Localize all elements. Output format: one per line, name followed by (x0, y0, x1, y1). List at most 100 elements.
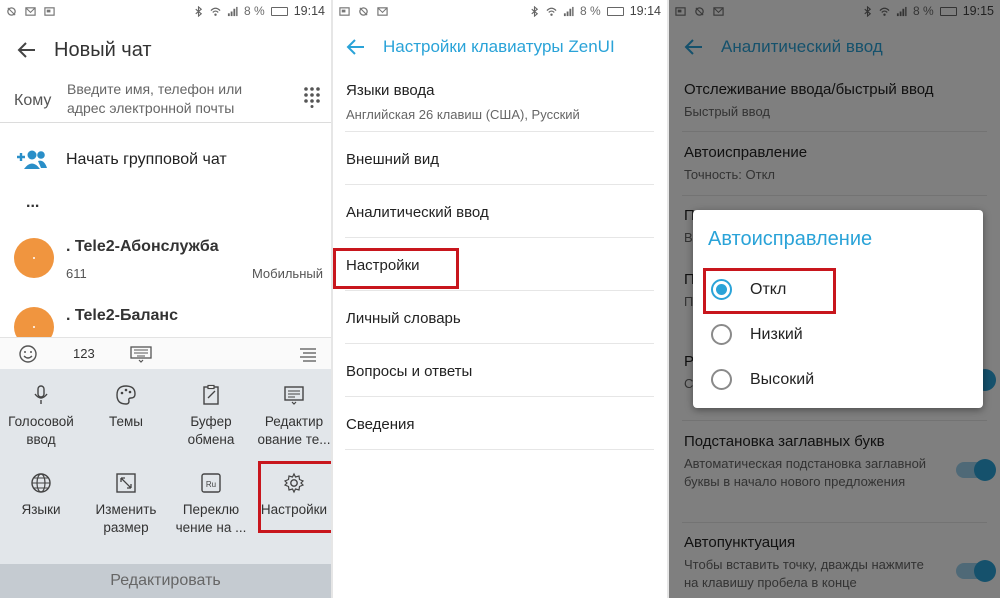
resize-icon (116, 473, 136, 493)
battery-icon (606, 6, 624, 16)
battery-percent: 8 % (244, 4, 265, 18)
gallery-icon (44, 6, 55, 16)
svg-text:Ru: Ru (206, 480, 216, 489)
app-bar: Новый чат (0, 30, 331, 70)
wifi-icon (546, 7, 557, 16)
more-indicator: ... (26, 194, 40, 211)
menu-icon[interactable] (298, 344, 318, 364)
bluetooth-icon (195, 5, 203, 17)
globe-icon (31, 473, 51, 493)
mail-icon (25, 6, 36, 16)
radio-option-low[interactable]: Низкий (693, 315, 983, 355)
item-label: Вопросы и ответы (346, 363, 473, 380)
kb-item-label: Переклю чение на ... (175, 502, 247, 535)
text-editing-button[interactable]: Редактир ование те... (253, 384, 331, 470)
kb-item-label: Языки (21, 502, 61, 517)
wifi-icon (210, 7, 221, 16)
status-bar: 8 % 19:14 (0, 0, 331, 22)
edit-button-label: Редактировать (110, 572, 221, 589)
divider (345, 184, 654, 185)
dialpad-icon[interactable] (302, 86, 322, 108)
contact-item[interactable]: . Tele2-Абонслужба 611 Мобильный (0, 238, 331, 290)
kb-item-label: Голосовой ввод (8, 414, 74, 447)
recipient-row: Кому Введите имя, телефон или адрес элек… (0, 78, 331, 120)
radio-button[interactable] (711, 324, 732, 345)
dialog-title: Автоисправление (708, 228, 873, 250)
themes-button[interactable]: Темы (85, 384, 167, 470)
avatar (14, 238, 54, 278)
emoji-icon[interactable] (18, 344, 38, 364)
divider (345, 131, 654, 132)
kb-item-label: Редактир ование те... (257, 414, 331, 447)
highlight-box (703, 268, 836, 314)
signal-icon (563, 6, 574, 16)
battery-icon (270, 6, 288, 16)
kb-item-label: Изменить размер (95, 502, 157, 535)
switch-layout-button[interactable]: Ru Переклю чение на ... (170, 472, 252, 558)
kb-item-label: Темы (109, 414, 143, 429)
settings-item-analytic-input[interactable]: Аналитический ввод (333, 202, 667, 232)
radio-option-high[interactable]: Высокий (693, 360, 983, 400)
keyboard-icon[interactable] (130, 344, 152, 364)
mail-icon (377, 6, 388, 16)
clipboard-button[interactable]: Буфер обмена (170, 384, 252, 470)
edit-text-icon (284, 386, 304, 405)
app-bar: Настройки клавиатуры ZenUI (333, 30, 667, 64)
microphone-icon (34, 385, 48, 404)
new-chat-screen: 8 % 19:14 Новый чат Кому Введите имя, те… (0, 0, 331, 598)
option-label: Высокий (750, 371, 815, 388)
divider (345, 396, 654, 397)
clipboard-icon (203, 384, 219, 405)
group-chat-button[interactable]: Начать групповой чат (0, 143, 331, 177)
item-label: Личный словарь (346, 310, 461, 327)
radio-button[interactable] (711, 369, 732, 390)
contact-name: . Tele2-Абонслужба (66, 238, 219, 255)
divider (0, 122, 331, 123)
divider (345, 449, 654, 450)
notification-icon (7, 6, 16, 16)
item-label: Языки ввода (346, 82, 435, 99)
edit-button[interactable]: Редактировать (0, 564, 331, 598)
keyboard-settings-screen: 8 % 19:14 Настройки клавиатуры ZenUI Язы… (333, 0, 667, 598)
divider (345, 290, 654, 291)
settings-item-personal-dictionary[interactable]: Личный словарь (333, 308, 667, 338)
contact-name: . Tele2-Баланс (66, 307, 178, 324)
item-label: Аналитический ввод (346, 204, 489, 221)
item-label: Внешний вид (346, 151, 439, 168)
option-label: Низкий (750, 326, 803, 343)
settings-item-appearance[interactable]: Внешний вид (333, 149, 667, 179)
group-chat-label: Начать групповой чат (66, 151, 227, 168)
resize-button[interactable]: Изменить размер (85, 472, 167, 558)
back-arrow-icon[interactable] (345, 36, 367, 58)
item-label: Сведения (346, 416, 415, 433)
recipient-input[interactable]: Введите имя, телефон или адрес электронн… (67, 80, 277, 118)
divider (345, 237, 654, 238)
gallery-icon (339, 6, 350, 16)
bluetooth-icon (531, 5, 539, 17)
keyboard-toolbar: 123 (0, 337, 331, 369)
kb-item-label: Буфер обмена (187, 414, 235, 447)
palette-icon (116, 385, 136, 405)
highlight-box (258, 461, 331, 533)
back-arrow-icon[interactable] (16, 39, 38, 61)
settings-item-faq[interactable]: Вопросы и ответы (333, 361, 667, 391)
settings-item-input-languages[interactable]: Языки ввода Английская 26 клавиш (США), … (333, 80, 667, 130)
contact-type: Мобильный (251, 266, 323, 281)
page-title: Настройки клавиатуры ZenUI (383, 37, 615, 56)
page-title: Новый чат (54, 38, 152, 61)
recipient-label: Кому (14, 92, 52, 109)
languages-button[interactable]: Языки (0, 472, 82, 558)
settings-item-about[interactable]: Сведения (333, 414, 667, 444)
item-summary: Английская 26 клавиш (США), Русский (346, 107, 580, 122)
notification-icon (359, 6, 368, 16)
battery-percent: 8 % (580, 4, 601, 18)
divider (345, 343, 654, 344)
clock: 19:14 (629, 4, 661, 18)
status-bar: 8 % 19:14 (333, 0, 667, 22)
highlight-box (333, 248, 459, 289)
add-group-icon (17, 150, 47, 169)
contact-number: 611 (66, 266, 87, 281)
signal-icon (227, 6, 238, 16)
numbers-key[interactable]: 123 (73, 346, 95, 361)
voice-input-button[interactable]: Голосовой ввод (0, 384, 82, 470)
